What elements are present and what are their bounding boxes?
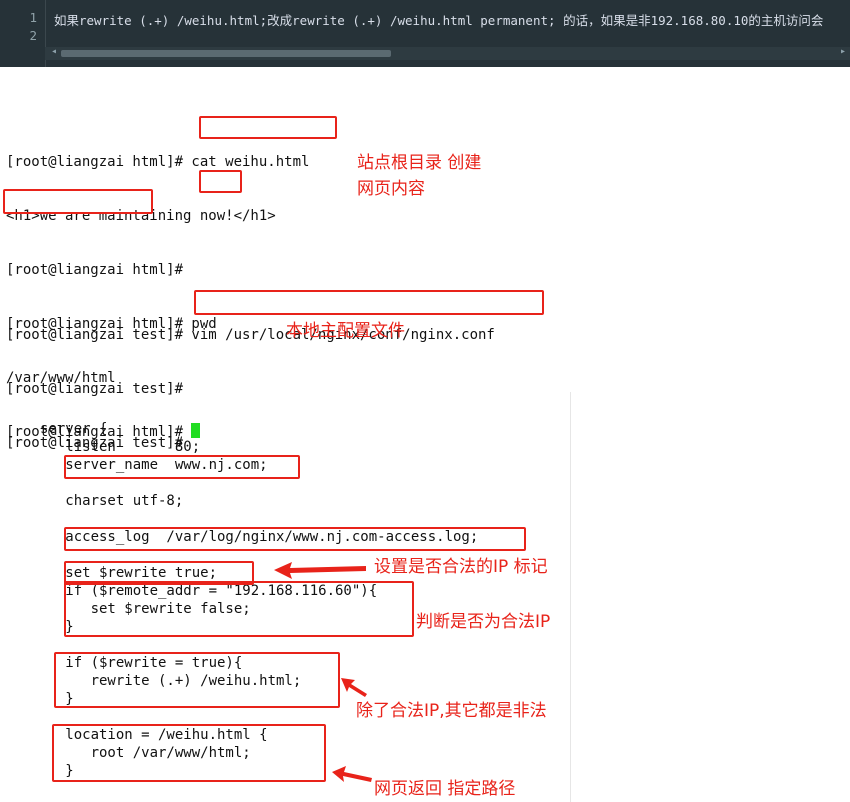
horizontal-scrollbar[interactable]: ◂ ▸	[45, 46, 850, 60]
highlight-box	[64, 455, 300, 479]
scroll-left-icon[interactable]: ◂	[51, 46, 57, 57]
line-number-gutter: 1 2	[0, 0, 46, 67]
arrow-icon	[274, 562, 366, 579]
highlight-box	[194, 290, 544, 315]
config-line: listen 80;	[40, 439, 201, 455]
terminal-line: [root@liangzai test]# vim /usr/local/ngi…	[6, 327, 495, 343]
annotation-check: 判断是否为合法IP	[416, 612, 551, 632]
highlight-box	[199, 116, 337, 139]
highlight-box	[3, 189, 153, 214]
annotation-webroot: 站点根目录 创建 网页内容	[357, 153, 482, 199]
arrow-icon	[341, 678, 367, 697]
annotation-return: 网页返回 指定路径	[374, 779, 516, 799]
highlight-box	[54, 652, 340, 708]
highlight-box	[64, 527, 526, 551]
highlight-box	[199, 170, 242, 193]
code-editor: 1 2 如果rewrite (.+) /weihu.html;改成rewrite…	[0, 0, 850, 67]
annotation-flag: 设置是否合法的IP 标记	[374, 557, 548, 577]
terminal-line: [root@liangzai html]#	[6, 262, 184, 278]
annotation-illegal: 除了合法IP,其它都是非法	[356, 701, 547, 721]
line-number: 2	[29, 28, 37, 43]
terminal-line: [root@liangzai test]#	[6, 381, 184, 397]
annotation-main-config: 本地主配置文件	[286, 321, 405, 341]
highlight-box	[52, 724, 326, 782]
config-line: charset utf-8;	[40, 493, 184, 509]
scroll-right-icon[interactable]: ▸	[840, 46, 846, 57]
highlight-box	[64, 581, 414, 637]
config-line: server {	[40, 421, 108, 437]
arrow-icon	[332, 766, 372, 782]
divider	[570, 392, 571, 802]
line-number: 1	[29, 10, 37, 25]
editor-line-1: 如果rewrite (.+) /weihu.html;改成rewrite (.+…	[54, 13, 824, 28]
scrollbar-thumb[interactable]	[61, 50, 391, 57]
terminal-line: [root@liangzai html]# cat weihu.html	[6, 154, 310, 170]
